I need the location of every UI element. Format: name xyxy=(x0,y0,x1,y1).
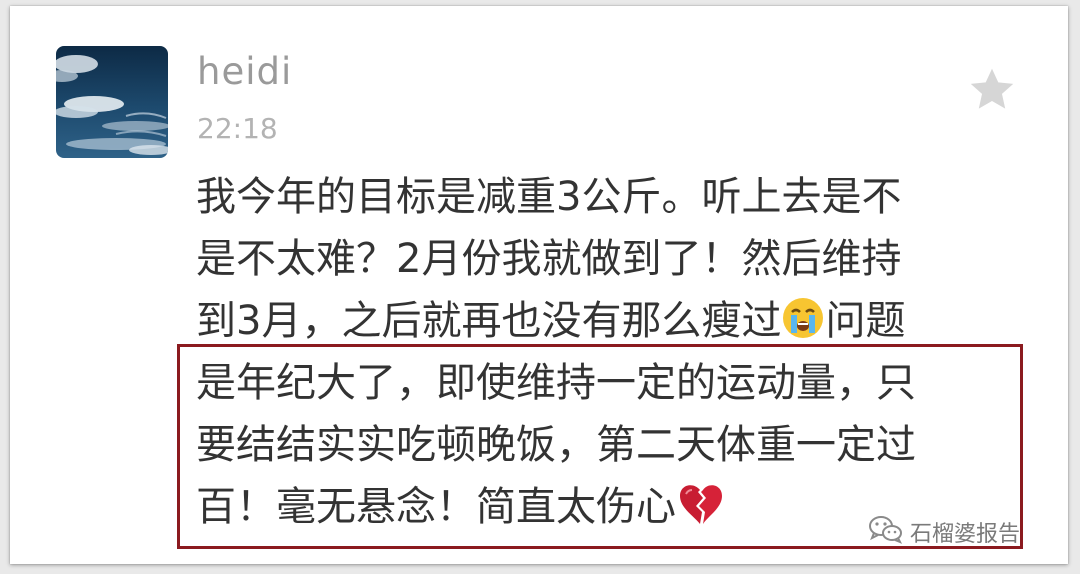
favorite-star-icon[interactable] xyxy=(966,64,1018,116)
message-text: 问题 xyxy=(825,298,906,344)
avatar[interactable] xyxy=(56,46,168,158)
message-line: 是不太难？2月份我就做到了！然后维持 xyxy=(196,236,902,282)
watermark: 石榴婆报告 xyxy=(868,514,1020,550)
message-text: 到3月，之后就再也没有那么瘦过 xyxy=(196,298,782,344)
post-card: heidi 22:18 我今年的目标是减重3公斤。听上去是不 是不太难？2月份我… xyxy=(10,6,1068,564)
username[interactable]: heidi xyxy=(197,50,292,93)
message-line: 到3月，之后就再也没有那么瘦过 问题 xyxy=(196,290,1036,352)
watermark-text: 石榴婆报告 xyxy=(910,522,1021,547)
wechat-icon xyxy=(868,514,904,550)
post-time: 22:18 xyxy=(197,112,278,145)
sky-avatar-image xyxy=(56,46,168,158)
message-line: 我今年的目标是减重3公斤。听上去是不 xyxy=(196,174,902,220)
